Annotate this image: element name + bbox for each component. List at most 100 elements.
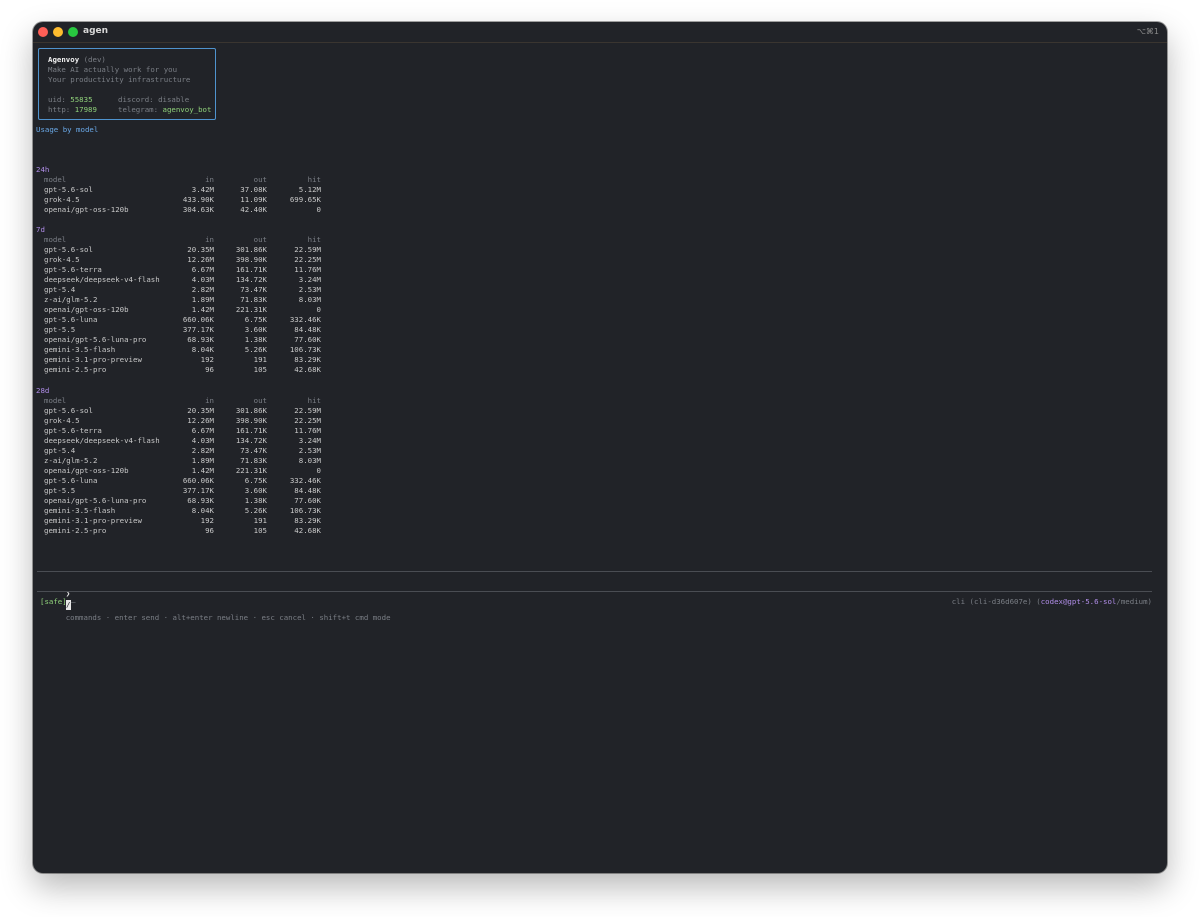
terminal-window: agen ⌥⌘1 Agenvoy (dev) Make AI actually …	[33, 22, 1167, 873]
table-row: deepseek/deepseek-v4-flash 4.03M 134.72K 3.…	[33, 275, 333, 285]
table-row: gpt-5.6-luna 660.06K 6.75K 332.46K	[33, 476, 333, 486]
table-row: z-ai/glm-5.2 1.89M 71.83K 8.03M	[33, 295, 333, 305]
cell-model: gpt-5.6-sol	[44, 245, 93, 254]
cell-model: gpt-5.6-sol	[44, 185, 93, 194]
section-label: 28d	[36, 386, 50, 395]
app-name: Agenvoy	[48, 55, 80, 64]
telegram-label: telegram:	[118, 105, 159, 114]
cell-in: 68.93K	[187, 335, 214, 344]
terminal-content[interactable]: Agenvoy (dev) Make AI actually work for …	[33, 44, 1167, 873]
cell-in: 377.17K	[182, 325, 214, 334]
cell-hit: 11.76M	[294, 265, 321, 274]
table-row: gemini-3.1-pro-preview 192 191 83.29K	[33, 355, 333, 365]
table-row: gpt-5.6-terra 6.67M 161.71K 11.76M	[33, 426, 333, 436]
table-row: openai/gpt-5.6-luna-pro 68.93K 1.38K 77.60K	[33, 496, 333, 506]
table-header: model in out hit	[33, 396, 333, 406]
cell-in: 1.42M	[191, 466, 214, 475]
cell-out: 5.26K	[244, 345, 267, 354]
table-row: gpt-5.6-luna 660.06K 6.75K 332.46K	[33, 315, 333, 325]
cell-model: z-ai/glm-5.2	[44, 295, 98, 304]
cell-hit: 3.24M	[298, 275, 321, 284]
column-header-out: out	[253, 175, 267, 184]
cell-model: grok-4.5	[44, 195, 80, 204]
minimize-button[interactable]	[53, 27, 63, 37]
cell-in: 192	[200, 355, 214, 364]
banner-title: Agenvoy (dev)	[48, 55, 106, 64]
table-row: deepseek/deepseek-v4-flash 4.03M 134.72K 3.…	[33, 436, 333, 446]
table-row: openai/gpt-oss-120b 1.42M 221.31K 0	[33, 305, 333, 315]
cell-out: 42.40K	[240, 205, 267, 214]
cell-hit: 83.29K	[294, 516, 321, 525]
cell-hit: 0	[316, 305, 321, 314]
column-header-out: out	[253, 235, 267, 244]
cell-hit: 0	[316, 466, 321, 475]
telegram-entry: telegram: agenvoy_bot	[118, 105, 211, 114]
cell-model: openai/gpt-oss-120b	[44, 305, 129, 314]
cell-in: 20.35M	[187, 245, 214, 254]
table-row: openai/gpt-oss-120b 304.63K 42.40K 0	[33, 205, 333, 215]
cell-out: 73.47K	[240, 446, 267, 455]
cell-model: openai/gpt-oss-120b	[44, 466, 129, 475]
table-row: gpt-5.4 2.82M 73.47K 2.53M	[33, 446, 333, 456]
cell-in: 1.89M	[191, 295, 214, 304]
status-right: cli (cli-d36d607e) (codex@gpt-5.6-sol/me…	[952, 597, 1152, 606]
cell-in: 1.89M	[191, 456, 214, 465]
cell-out: 1.38K	[244, 335, 267, 344]
column-header-hit: hit	[307, 235, 321, 244]
title-bar: agen ⌥⌘1	[33, 22, 1167, 43]
cell-hit: 83.29K	[294, 355, 321, 364]
cell-in: 20.35M	[187, 406, 214, 415]
column-header-hit: hit	[307, 175, 321, 184]
cell-in: 2.82M	[191, 285, 214, 294]
cell-model: openai/gpt-oss-120b	[44, 205, 129, 214]
cell-hit: 2.53M	[298, 446, 321, 455]
cell-out: 161.71K	[235, 426, 267, 435]
cell-hit: 77.60K	[294, 335, 321, 344]
cell-model: gemini-3.1-pro-preview	[44, 516, 142, 525]
cell-hit: 22.59M	[294, 406, 321, 415]
prompt-line[interactable]: ❯ / commands · enter send · alt+enter ne…	[39, 576, 391, 622]
cell-out: 161.71K	[235, 265, 267, 274]
uid-value: 55835	[70, 95, 93, 104]
cell-hit: 22.25M	[294, 255, 321, 264]
table-row: gemini-2.5-pro 96 105 42.68K	[33, 365, 333, 375]
cell-out: 3.60K	[244, 325, 267, 334]
input-hint: commands · enter send · alt+enter newlin…	[65, 613, 391, 622]
reasoning-effort: /medium)	[1116, 597, 1152, 606]
cell-hit: 0	[316, 205, 321, 214]
column-header-in: in	[205, 175, 214, 184]
cell-out: 6.75K	[244, 476, 267, 485]
cell-model: gpt-5.6-sol	[44, 406, 93, 415]
cell-out: 105	[253, 365, 267, 374]
table-row: gpt-5.5 377.17K 3.60K 84.48K	[33, 325, 333, 335]
cell-out: 105	[253, 526, 267, 535]
http-entry: http: 17989	[48, 105, 97, 114]
cell-in: 660.06K	[182, 315, 214, 324]
cell-out: 191	[253, 355, 267, 364]
status-left: [safe] –	[40, 597, 76, 606]
column-header-in: in	[205, 235, 214, 244]
cell-in: 2.82M	[191, 446, 214, 455]
cell-out: 398.90K	[235, 416, 267, 425]
status-dash: –	[71, 597, 76, 606]
cell-hit: 77.60K	[294, 496, 321, 505]
cell-hit: 106.73K	[289, 345, 321, 354]
cell-hit: 8.03M	[298, 295, 321, 304]
cell-hit: 42.68K	[294, 526, 321, 535]
column-header-model: model	[44, 235, 67, 244]
discord-entry: discord: disable	[118, 95, 189, 104]
cell-out: 11.09K	[240, 195, 267, 204]
table-row: gemini-3.5-flash 8.04K 5.26K 106.73K	[33, 345, 333, 355]
column-header-in: in	[205, 396, 214, 405]
cell-model: gpt-5.6-luna	[44, 476, 98, 485]
cell-hit: 106.73K	[289, 506, 321, 515]
zoom-button[interactable]	[68, 27, 78, 37]
input-top-divider	[37, 571, 1152, 572]
cell-model: gemini-2.5-pro	[44, 365, 107, 374]
table-row: gpt-5.5 377.17K 3.60K 84.48K	[33, 486, 333, 496]
column-header-hit: hit	[307, 396, 321, 405]
close-button[interactable]	[38, 27, 48, 37]
cell-model: gpt-5.5	[44, 486, 76, 495]
cell-in: 3.42M	[191, 185, 214, 194]
cell-model: gpt-5.6-terra	[44, 265, 102, 274]
